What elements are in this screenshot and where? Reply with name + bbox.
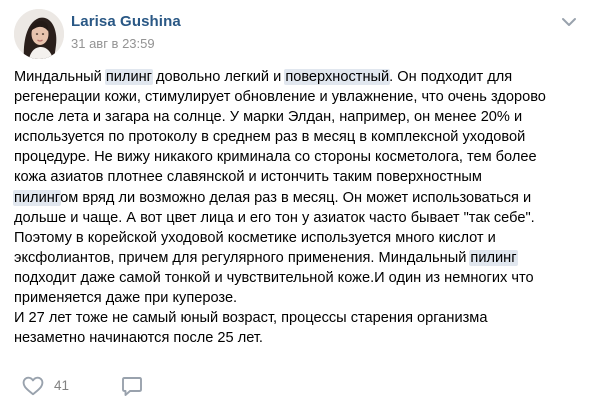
comment-icon[interactable] [121, 376, 143, 397]
text-segment: кожа азиатов плотнее славянской и истонч… [14, 169, 482, 186]
post-text-line: регенерации кожи, стимулирует обновление… [14, 87, 584, 107]
avatar[interactable] [14, 9, 64, 59]
post-text-line: применяется даже при куперозе. [14, 288, 584, 308]
like-count[interactable]: 41 [54, 378, 69, 393]
post-text-line: подходит даже самой тонкой и чувствитель… [14, 268, 584, 288]
text-segment: после лета и загара на солнце. У марки Э… [14, 109, 523, 126]
text-segment: довольно легкий и [151, 69, 286, 85]
post-text-line: пилингом вряд ли возможно делая раз в ме… [13, 188, 584, 208]
text-segment: дольше и чаще. А вот цвет лица и его тон… [14, 209, 535, 226]
post-text-line: И 27 лет тоже не самый юный возраст, про… [14, 308, 584, 328]
text-segment: незаметно начинаются после 25 лет. [14, 330, 263, 347]
post-text-line: процедуре. Не вижу никакого криминала со… [14, 147, 584, 167]
post-text-line: используется по протоколу в среднем раз … [14, 127, 584, 147]
post-text-line: Поэтому в корейской уходовой косметике и… [14, 228, 584, 248]
post-text-line: Миндальный пилинг довольно легкий и пове… [14, 67, 584, 87]
post-text-line: кожа азиатов плотнее славянской и истонч… [14, 167, 584, 187]
author-name[interactable]: Larisa Gushina [71, 13, 181, 30]
text-segment: процедуре. Не вижу никакого криминала со… [14, 149, 537, 166]
text-segment: ом вряд ли возможно делая раз в месяц. О… [60, 189, 532, 206]
text-segment: подходит даже самой тонкой и чувствитель… [14, 269, 534, 286]
text-segment: эксфолиантов, причем для регулярного при… [14, 249, 471, 266]
search-highlight: поверхностный [284, 69, 391, 85]
post-text-line: дольше и чаще. А вот цвет лица и его тон… [14, 208, 584, 228]
text-segment: Поэтому в корейской уходовой косметике и… [14, 229, 496, 246]
text-segment: регенерации кожи, стимулирует обновление… [14, 89, 546, 106]
search-highlight: пилинг [469, 249, 518, 266]
post-text-line: эксфолиантов, причем для регулярного при… [14, 248, 584, 268]
search-highlight: пилинг [104, 69, 153, 85]
text-segment: И 27 лет тоже не самый юный возраст, про… [14, 310, 488, 327]
post-text: Миндальный пилинг довольно легкий и пове… [13, 67, 584, 348]
post-text-line: после лета и загара на солнце. У марки Э… [14, 107, 584, 127]
text-segment: используется по протоколу в среднем раз … [14, 129, 526, 146]
text-segment: Миндальный [14, 69, 106, 85]
heart-icon[interactable] [22, 376, 44, 396]
post-date[interactable]: 31 авг в 23:59 [71, 36, 155, 51]
text-segment: . Он подходит для [389, 69, 513, 85]
text-segment: применяется даже при куперозе. [14, 290, 238, 307]
post-card: Larisa Gushina 31 авг в 23:59 Миндальный… [0, 0, 595, 402]
search-highlight: пилинг [13, 189, 62, 206]
post-text-line: незаметно начинаются после 25 лет. [14, 328, 584, 348]
chevron-down-icon[interactable] [561, 16, 577, 28]
